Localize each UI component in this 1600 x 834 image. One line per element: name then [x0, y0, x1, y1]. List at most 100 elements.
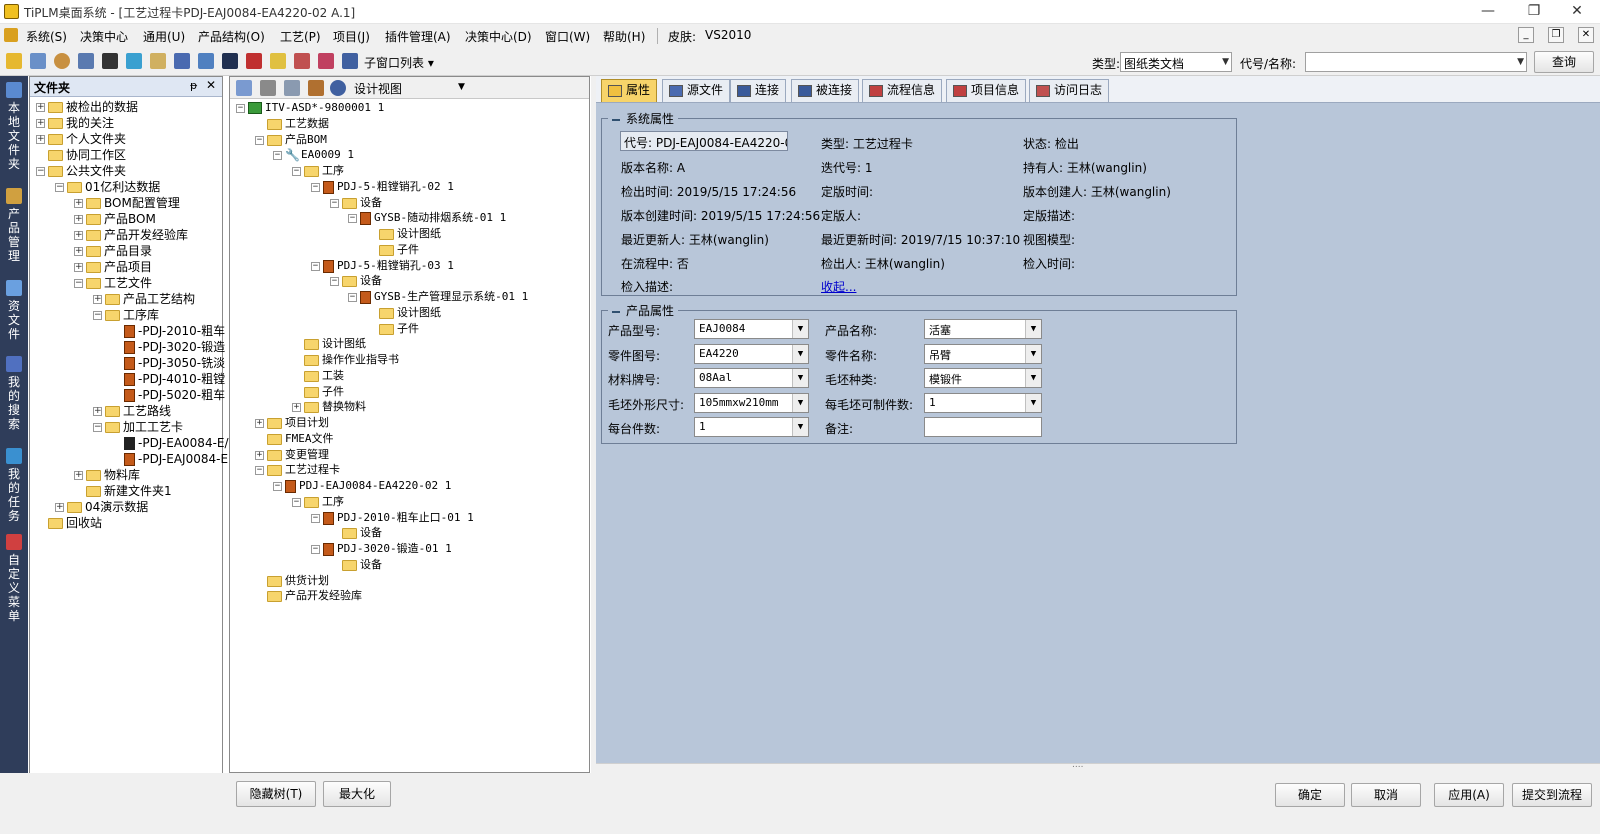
window-icon[interactable]: [198, 53, 214, 69]
structure-tree-item[interactable]: − GYSB-生产管理显示系统-01 1: [348, 289, 528, 305]
structure-tree-item[interactable]: 子件: [292, 384, 344, 400]
folder-tree-item[interactable]: -PDJ-2010-粗车: [112, 323, 225, 339]
structure-tree-item[interactable]: − 🔧EA0009 1: [273, 147, 354, 163]
per-unit-select[interactable]: 1 ▼: [694, 417, 809, 437]
part-name-select[interactable]: 吊臂 ▼: [924, 344, 1042, 364]
folder-tree-item[interactable]: -PDJ-5020-粗车: [112, 387, 225, 403]
restore-button[interactable]: ❐: [1511, 0, 1557, 24]
expand-toggle-icon[interactable]: −: [255, 465, 264, 475]
form-icon[interactable]: [294, 53, 310, 69]
structure-tree-item[interactable]: − 工序: [292, 163, 344, 179]
folder-tree-item[interactable]: -PDJ-4010-粗镗: [112, 371, 225, 387]
skin-value[interactable]: VS2010: [705, 28, 751, 42]
per-blank-select[interactable]: 1 ▼: [924, 393, 1042, 413]
mdi-minimize-button[interactable]: _: [1518, 27, 1534, 43]
tab-linked[interactable]: 被连接: [791, 79, 860, 102]
open-folder-icon[interactable]: [6, 53, 22, 69]
expand-toggle-icon[interactable]: +: [292, 402, 301, 412]
expand-toggle-icon[interactable]: −: [292, 497, 301, 507]
view-select[interactable]: 设计视图 ▼: [354, 80, 466, 97]
expand-toggle-icon[interactable]: −: [55, 183, 64, 192]
mdi-restore-button[interactable]: ❐: [1548, 27, 1564, 43]
structure-tree-item[interactable]: + 替换物料: [292, 399, 366, 415]
chart-icon[interactable]: [270, 53, 286, 69]
expand-toggle-icon[interactable]: −: [311, 513, 320, 523]
structure-tree-item[interactable]: 设备: [330, 525, 382, 541]
query-button[interactable]: 查询: [1534, 51, 1594, 73]
tab-local-folder[interactable]: 本地文件夹: [3, 82, 25, 171]
expand-toggle-icon[interactable]: +: [55, 503, 64, 512]
expand-toggle-icon[interactable]: −: [330, 198, 339, 208]
expand-toggle-icon[interactable]: +: [74, 215, 83, 224]
blank-size-select[interactable]: 105mmxw210mm ▼: [694, 393, 809, 413]
type-select[interactable]: 图纸类文档 ▼: [1120, 52, 1232, 72]
tab-edit[interactable]: 属性: [601, 79, 658, 102]
expand-toggle-icon[interactable]: −: [273, 481, 282, 491]
product-properties-title[interactable]: 产品属性: [608, 302, 679, 319]
tab-source-file[interactable]: 源文件: [662, 79, 731, 102]
structure-tree-item[interactable]: − 工艺过程卡: [255, 462, 340, 478]
tab-product-management[interactable]: 产品管理: [3, 188, 25, 263]
pin-icon[interactable]: ᵽ: [190, 79, 197, 92]
structure-tree-item[interactable]: 设计图纸: [367, 305, 441, 321]
expand-toggle-icon[interactable]: −: [348, 292, 357, 302]
report-icon[interactable]: [246, 53, 262, 69]
folder-tree-item[interactable]: + 产品工艺结构: [93, 291, 195, 307]
menu-plugin[interactable]: 插件管理(A): [385, 28, 451, 45]
structure-tree-item[interactable]: 设计图纸: [367, 226, 441, 242]
folder-tree-item[interactable]: -PDJ-EAJ0084-E: [112, 451, 228, 467]
expand-toggle-icon[interactable]: −: [311, 182, 320, 192]
part-no-select[interactable]: EA4220 ▼: [694, 344, 809, 364]
structure-tree-item[interactable]: 子件: [367, 321, 419, 337]
tool-icon[interactable]: [308, 80, 324, 96]
print-preview-icon[interactable]: [284, 80, 300, 96]
child-window-icon[interactable]: [342, 53, 358, 69]
print-icon[interactable]: [30, 53, 46, 69]
expand-toggle-icon[interactable]: −: [348, 213, 357, 223]
table-icon[interactable]: [150, 53, 166, 69]
folder-tree-item[interactable]: + 产品目录: [74, 243, 152, 259]
tab-access-log[interactable]: 访问日志: [1029, 79, 1110, 102]
menu-general[interactable]: 通用(U): [143, 28, 185, 45]
expand-toggle-icon[interactable]: +: [93, 407, 102, 416]
tab-link[interactable]: 连接: [730, 79, 787, 102]
structure-tree-item[interactable]: 操作作业指导书: [292, 352, 399, 368]
tools-icon[interactable]: [102, 53, 118, 69]
collapse-link[interactable]: 收起...: [821, 278, 856, 295]
folder-tree-item[interactable]: + 产品开发经验库: [74, 227, 188, 243]
folder-tree-item[interactable]: − 工艺文件: [74, 275, 152, 291]
structure-tree-item[interactable]: − PDJ-5-粗镗销孔-02 1: [311, 179, 454, 195]
structure-tree-item[interactable]: 供货计划: [255, 573, 329, 589]
menu-window[interactable]: 窗口(W): [545, 28, 590, 45]
product-name-select[interactable]: 活塞 ▼: [924, 319, 1042, 339]
tab-custom-menu[interactable]: 自定义菜单: [3, 534, 25, 623]
structure-tree-item[interactable]: − PDJ-3020-锻造-01 1: [311, 541, 452, 557]
tab-my-search[interactable]: 我的搜索: [3, 356, 25, 431]
structure-tree-item[interactable]: − 设备: [330, 195, 382, 211]
close-button[interactable]: ✕: [1554, 0, 1600, 24]
folder-tree-item[interactable]: − 公共文件夹: [36, 163, 126, 179]
tab-workflow[interactable]: 流程信息: [862, 79, 943, 102]
folder-tree-item[interactable]: + BOM配置管理: [74, 195, 180, 211]
product-model-select[interactable]: EAJ0084 ▼: [694, 319, 809, 339]
expand-toggle-icon[interactable]: −: [330, 276, 339, 286]
system-properties-title[interactable]: 系统属性: [608, 110, 679, 127]
mdi-close-button[interactable]: ✕: [1578, 27, 1594, 43]
expand-toggle-icon[interactable]: −: [311, 261, 320, 271]
ok-button[interactable]: 确定: [1275, 783, 1345, 807]
expand-toggle-icon[interactable]: −: [311, 544, 320, 554]
horizontal-splitter[interactable]: ....: [596, 760, 1600, 773]
cancel-button[interactable]: 取消: [1351, 783, 1421, 807]
hide-tree-button[interactable]: 隐藏树(T): [236, 781, 316, 807]
remark-input[interactable]: [924, 417, 1042, 437]
folder-tree-item[interactable]: 协同工作区: [36, 147, 126, 163]
structure-tree-item[interactable]: 工装: [292, 368, 344, 384]
folder-tree-item[interactable]: + 工艺路线: [93, 403, 171, 419]
structure-tree-item[interactable]: FMEA文件: [255, 431, 334, 447]
folder-tree-item[interactable]: + 产品项目: [74, 259, 152, 275]
folder-tree-item[interactable]: + 我的关注: [36, 115, 114, 131]
structure-tree-item[interactable]: − GYSB-随动排烟系统-01 1: [348, 210, 506, 226]
submit-to-flow-button[interactable]: 提交到流程: [1512, 783, 1592, 807]
structure-tree-item[interactable]: − PDJ-EAJ0084-EA4220-02 1: [273, 478, 451, 494]
doc-icon[interactable]: [260, 80, 276, 96]
